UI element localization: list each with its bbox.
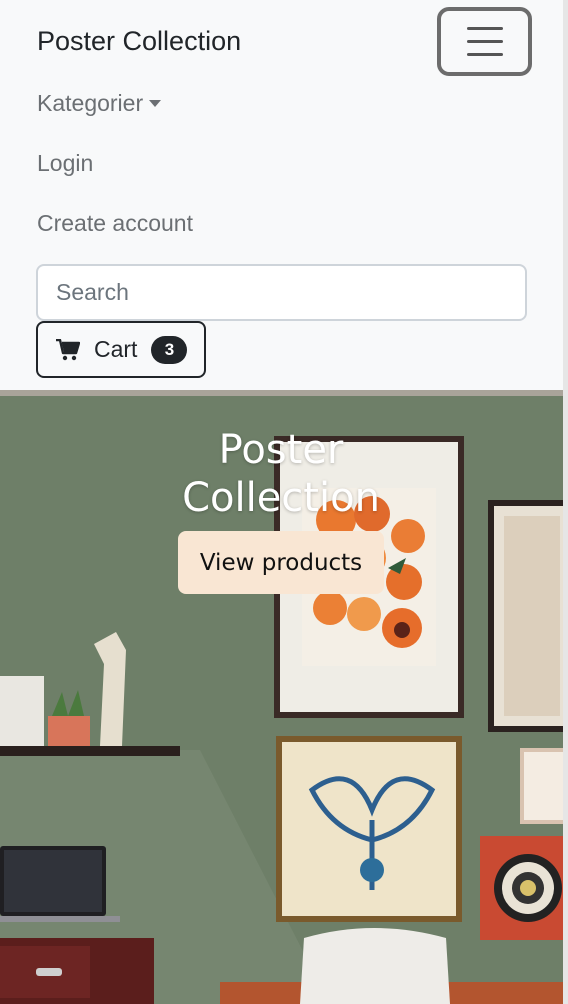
nav-categories-label: Kategorier bbox=[37, 90, 144, 116]
menu-icon-bar-3 bbox=[467, 53, 503, 56]
menu-icon-bar-1 bbox=[467, 27, 503, 30]
caret-down-icon bbox=[149, 100, 162, 107]
nav-login-link[interactable]: Login bbox=[37, 150, 93, 177]
hero-title: Poster Collection bbox=[182, 427, 380, 521]
search-input[interactable] bbox=[36, 264, 527, 321]
brand-link[interactable]: Poster Collection bbox=[37, 26, 241, 57]
cart-count-badge: 3 bbox=[151, 335, 188, 364]
navbar: Poster Collection Kategorier Login Creat… bbox=[0, 0, 563, 390]
nav-categories-dropdown[interactable]: Kategorier bbox=[37, 90, 162, 117]
cart-icon bbox=[56, 338, 80, 360]
hero-banner: Poster Collection View products bbox=[0, 390, 563, 1004]
cart-label: Cart bbox=[94, 336, 138, 362]
nav-create-account-link[interactable]: Create account bbox=[37, 210, 193, 237]
view-products-button[interactable]: View products bbox=[178, 531, 384, 594]
menu-icon-bar-2 bbox=[467, 40, 503, 43]
scrollbar[interactable] bbox=[563, 0, 568, 1004]
cart-button[interactable]: Cart 3 bbox=[36, 321, 206, 378]
navbar-toggler[interactable] bbox=[437, 7, 532, 76]
